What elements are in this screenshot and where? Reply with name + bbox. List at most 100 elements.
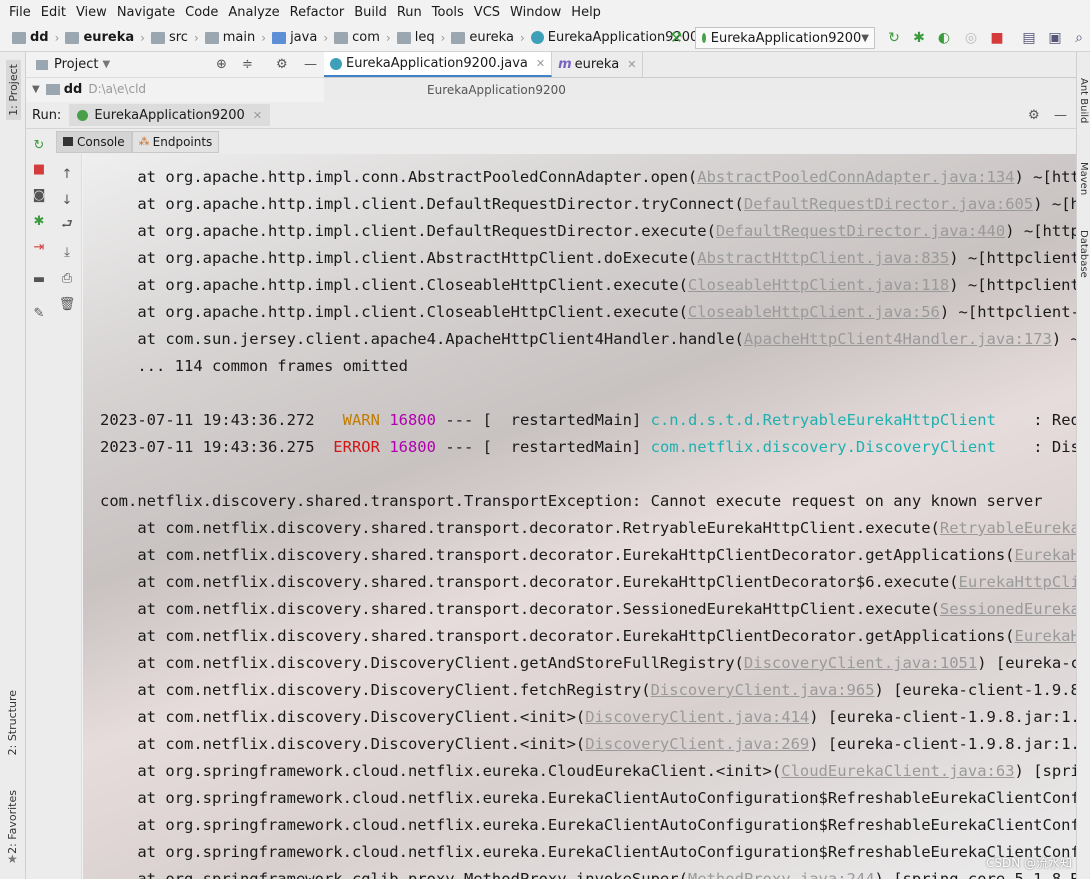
source-link[interactable]: SessionedEurekaHtt	[940, 600, 1076, 618]
console-line: at com.netflix.discovery.shared.transpor…	[100, 515, 1076, 542]
project-tool-tab[interactable]: 1: Project	[6, 60, 21, 120]
run-configuration-select[interactable]: EurekaApplication9200 ▼	[695, 27, 875, 49]
debug-icon[interactable]: ✱	[31, 213, 47, 229]
run-tab-eurekaapplication9200[interactable]: EurekaApplication9200 ✕	[69, 104, 271, 126]
tab-eureka[interactable]: m eureka ✕	[552, 52, 644, 77]
source-link[interactable]: DiscoveryClient.java:269	[585, 735, 809, 753]
layout-icon[interactable]: ▣	[1046, 29, 1064, 47]
editor-breadcrumb[interactable]: EurekaApplication9200	[324, 78, 1076, 102]
breadcrumb-eureka-pkg[interactable]: eureka ›	[451, 30, 525, 45]
source-link[interactable]: DiscoveryClient.java:1051	[744, 654, 977, 672]
source-link[interactable]: MethodProxy.java:244	[688, 870, 875, 879]
gear-icon[interactable]: ⚙	[276, 57, 288, 72]
print-icon[interactable]: ⎙	[59, 270, 75, 286]
debug-icon[interactable]: ✱	[910, 29, 928, 47]
breadcrumb-main[interactable]: main ›	[204, 30, 266, 45]
favorites-tool-tab[interactable]: 2: Favorites	[6, 790, 19, 854]
source-link[interactable]: CloseableHttpClient.java:56	[688, 303, 940, 321]
scroll-to-end-icon[interactable]: ⤓	[59, 244, 75, 260]
arrow-down-icon[interactable]: ↓	[59, 192, 75, 208]
stop-icon[interactable]: ■	[988, 29, 1006, 47]
menu-refactor[interactable]: Refactor	[285, 5, 350, 20]
source-link[interactable]: DefaultRequestDirector.java:605	[744, 195, 1033, 213]
maven-tool-tab[interactable]: Maven	[1078, 162, 1089, 195]
source-link[interactable]: AbstractPooledConnAdapter.java:134	[697, 168, 1014, 186]
coverage-icon[interactable]: ◐	[935, 29, 953, 47]
stack-frame-suffix: ) ~[httpclient-4.5	[949, 249, 1076, 267]
menu-file[interactable]: File	[4, 5, 36, 20]
project-structure-icon[interactable]: ▤	[1020, 29, 1038, 47]
project-tree-root[interactable]: ▼ dd D:\a\e\cld	[26, 78, 324, 100]
project-view-select[interactable]: Project	[54, 57, 98, 72]
source-link[interactable]: CloudEurekaClient.java:63	[781, 762, 1014, 780]
stack-frame-suffix: ) [eureka-client-1.9.8.jar	[874, 681, 1076, 699]
menu-view[interactable]: View	[71, 5, 112, 20]
close-icon[interactable]: ✕	[627, 58, 636, 71]
rerun-icon[interactable]: ↻	[31, 137, 47, 153]
stack-frame-suffix: ) ~[httpclient-4.5	[949, 276, 1076, 294]
hammer-build-icon[interactable]: ⚒	[667, 29, 685, 47]
console-line: at com.netflix.discovery.DiscoveryClient…	[100, 650, 1076, 677]
source-link[interactable]: DefaultRequestDirector.java:440	[716, 222, 1005, 240]
console-output[interactable]: at org.apache.http.impl.conn.AbstractPoo…	[83, 154, 1076, 879]
hide-icon[interactable]: —	[304, 57, 317, 72]
breadcrumb-com[interactable]: com ›	[334, 30, 391, 45]
menu-build[interactable]: Build	[349, 5, 392, 20]
locate-icon[interactable]: ⊕	[216, 57, 227, 72]
menu-vcs[interactable]: VCS	[469, 5, 505, 20]
profile-icon[interactable]: ◎	[962, 29, 980, 47]
breadcrumb-src[interactable]: src ›	[150, 30, 199, 45]
tab-eurekaapplication9200-java[interactable]: EurekaApplication9200.java ✕	[324, 52, 553, 77]
stop-icon[interactable]: ■	[31, 161, 47, 177]
stack-frame-text: at org.apache.http.impl.client.DefaultRe…	[100, 222, 716, 240]
database-tool-tab[interactable]: Database	[1078, 230, 1089, 278]
menu-help[interactable]: Help	[566, 5, 606, 20]
menu-code[interactable]: Code	[180, 5, 223, 20]
source-link[interactable]: DiscoveryClient.java:414	[585, 708, 809, 726]
menu-tools[interactable]: Tools	[427, 5, 469, 20]
stack-frame-text: at com.netflix.discovery.shared.transpor…	[100, 627, 1015, 645]
rerun-icon[interactable]: ↻	[885, 29, 903, 47]
breadcrumb-eureka[interactable]: eureka ›	[65, 30, 145, 45]
source-link[interactable]: CloseableHttpClient.java:118	[688, 276, 949, 294]
collapse-all-icon[interactable]: ≑	[242, 57, 253, 72]
console-line: at org.springframework.cloud.netflix.eur…	[100, 812, 1076, 839]
module-folder-icon	[45, 83, 60, 95]
structure-tool-tab[interactable]: 2: Structure	[6, 690, 19, 755]
breadcrumb-dd[interactable]: dd ›	[12, 30, 59, 45]
soft-wrap-icon[interactable]: ⮐	[59, 217, 75, 234]
menu-analyze[interactable]: Analyze	[223, 5, 284, 20]
menu-run[interactable]: Run	[392, 5, 427, 20]
stack-frame-suffix: ) ~[httpcli	[1005, 222, 1076, 240]
hide-icon[interactable]: —	[1054, 108, 1067, 123]
breadcrumb-leq[interactable]: leq ›	[396, 30, 445, 45]
menu-edit[interactable]: Edit	[36, 5, 71, 20]
menu-window[interactable]: Window	[505, 5, 566, 20]
tab-console[interactable]: Console	[56, 130, 132, 153]
source-link[interactable]: EurekaHttpC	[1015, 627, 1076, 645]
close-icon[interactable]: ✕	[253, 109, 262, 122]
source-link[interactable]: ApacheHttpClient4Handler.java:173	[744, 330, 1052, 348]
source-link[interactable]: DiscoveryClient.java:965	[651, 681, 875, 699]
source-link[interactable]: EurekaHttpClientD	[959, 573, 1076, 591]
gear-icon[interactable]: ⚙	[1028, 108, 1040, 123]
tab-endpoints[interactable]: ⁂ Endpoints	[131, 130, 220, 153]
layout-icon[interactable]: ▬	[31, 271, 47, 287]
exit-icon[interactable]: ⇥	[31, 239, 47, 255]
breadcrumb-java[interactable]: java ›	[272, 30, 328, 45]
log-level: WARN	[323, 411, 380, 429]
chevron-down-icon: ▼	[32, 83, 40, 95]
trash-icon[interactable]: 🗑	[59, 296, 76, 312]
close-icon[interactable]: ✕	[536, 57, 545, 70]
menu-navigate[interactable]: Navigate	[112, 5, 180, 20]
search-icon[interactable]: ⌕	[1070, 29, 1088, 47]
folder-icon	[150, 31, 165, 44]
ant-build-tool-tab[interactable]: Ant Build	[1078, 78, 1089, 123]
pin-icon[interactable]: ✎	[31, 305, 47, 321]
arrow-up-icon[interactable]: ↑	[59, 166, 75, 182]
console-text: com.netflix.discovery.shared.transport.T…	[100, 492, 1043, 510]
source-link[interactable]: RetryableEurekaHttp	[940, 519, 1076, 537]
camera-icon[interactable]: ◙	[31, 187, 47, 203]
source-link[interactable]: AbstractHttpClient.java:835	[697, 249, 949, 267]
source-link[interactable]: EurekaHttpC	[1015, 546, 1076, 564]
